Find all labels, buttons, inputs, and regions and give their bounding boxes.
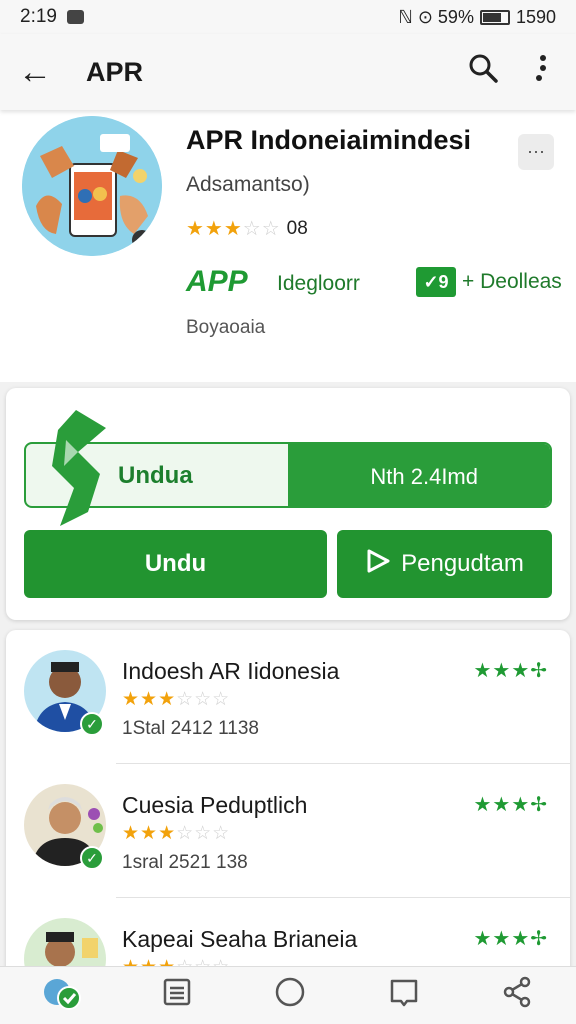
avatar: [24, 918, 106, 970]
check-icon: ✓: [80, 846, 104, 870]
install-card: Undua Nth 2.4Imd Undu Pengudtam: [6, 388, 570, 620]
app-category: Boyaoaia: [186, 317, 266, 338]
open-button[interactable]: Pengudtam: [337, 530, 552, 598]
verified-badge: ✓9 + Deolleas: [416, 267, 562, 297]
book-icon[interactable]: [388, 976, 420, 1015]
share-icon[interactable]: [501, 975, 535, 1016]
verified-label: + Deolleas: [462, 270, 562, 293]
rating-count: 08: [286, 217, 308, 239]
status-time: 2:19: [20, 6, 57, 27]
more-vert-icon[interactable]: [534, 53, 548, 91]
bottom-nav: [0, 966, 576, 1024]
notification-icon: [66, 10, 84, 24]
app-header: APR Indoneiaimindesi ⋯ Adsamantso) ★★★☆☆…: [0, 110, 576, 382]
open-button-label: Pengudtam: [401, 550, 524, 577]
arrow-left-icon[interactable]: ←: [18, 55, 58, 89]
app-bar: ← APR: [0, 34, 576, 110]
app-subtitle: Adsamantso): [186, 173, 310, 196]
app-name: APR Indoneiaimindesi: [186, 125, 472, 155]
home-circle-icon[interactable]: [274, 976, 306, 1015]
list-item-name: Indoesh AR Iidonesia: [122, 658, 340, 684]
list-item-rating: ★★★✢: [473, 660, 548, 682]
list-item-rating: ★★★✢: [473, 928, 548, 950]
list-item[interactable]: ✓ Kapeai Seaha Brianeia ★★★☆☆☆ ★★★✢: [6, 898, 570, 970]
appbar-actions: [468, 53, 548, 91]
rating-stars: ★★★☆☆: [186, 218, 281, 240]
progress-size: Nth 2.4Imd: [370, 464, 478, 489]
globe-check-icon[interactable]: [41, 972, 81, 1019]
list-item[interactable]: ✓ Indoesh AR Iidonesia ★★★☆☆☆ 1Stal 2412…: [6, 630, 570, 764]
battery-icon: [479, 9, 510, 25]
status-right: ℕ ⊙ 59% 1590: [398, 7, 556, 28]
install-button[interactable]: Undu: [24, 530, 327, 598]
list-item-meta: 1Stal 2412 1138: [122, 718, 259, 739]
status-signal-text: ℕ ⊙ 59%: [398, 6, 474, 27]
check-icon: ✓: [80, 712, 104, 736]
list-item[interactable]: ✓ Cuesia Peduptlich ★★★☆☆☆ 1sral 2521 13…: [6, 764, 570, 898]
developer-link[interactable]: Idegloorr: [277, 272, 360, 296]
app-icon: [22, 116, 162, 256]
battery-text: 1590: [515, 6, 556, 27]
list-item-stars: ★★★☆☆☆: [122, 689, 231, 710]
progress-label: Undua: [118, 462, 193, 489]
page-title: APR: [86, 56, 144, 87]
related-list: ✓ Indoesh AR Iidonesia ★★★☆☆☆ 1Stal 2412…: [6, 630, 570, 970]
list-item-rating: ★★★✢: [473, 794, 548, 816]
list-icon[interactable]: [162, 977, 192, 1014]
app-tag: APP: [186, 265, 248, 298]
list-item-name: Kapeai Seaha Brianeia: [122, 926, 358, 952]
list-item-name: Cuesia Peduptlich: [122, 792, 308, 818]
list-item-meta: 1sral 2521 138: [122, 852, 248, 873]
play-icon: [365, 548, 391, 581]
verified-icon: ✓9: [416, 267, 456, 297]
app-rating: ★★★☆☆ 08: [186, 216, 308, 241]
brand-logo-icon: [52, 410, 106, 526]
expand-icon[interactable]: ⋯: [518, 134, 554, 170]
list-item-stars: ★★★☆☆☆: [122, 823, 231, 844]
action-buttons: Undu Pengudtam: [24, 530, 552, 598]
search-icon[interactable]: [468, 53, 498, 91]
status-bar: 2:19 ℕ ⊙ 59% 1590: [0, 0, 576, 34]
